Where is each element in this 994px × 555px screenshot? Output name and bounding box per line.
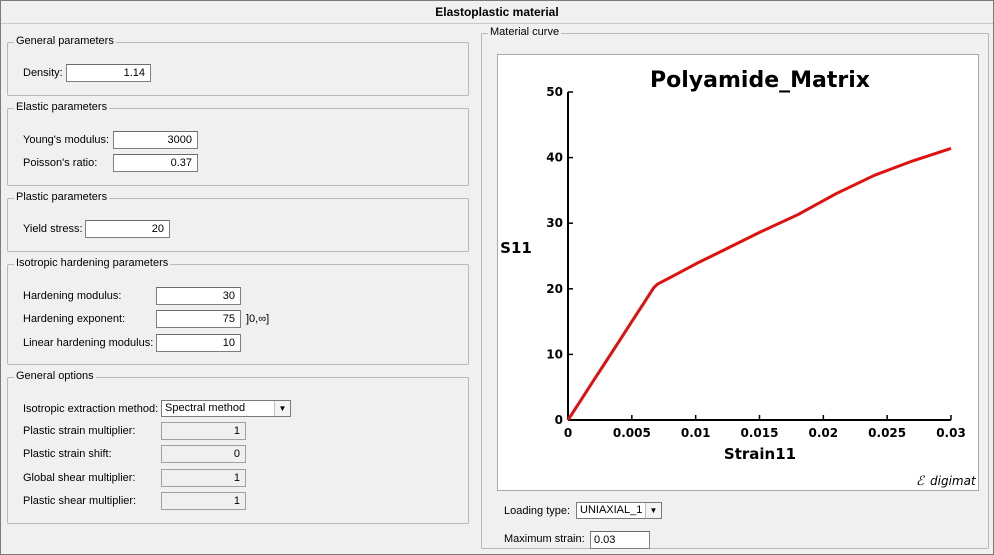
window-title: Elastoplastic material	[435, 5, 559, 19]
maximum-strain-field[interactable]: 0.03	[590, 531, 650, 549]
loading-type-dropdown[interactable]: UNIAXIAL_1 ▼	[576, 502, 662, 519]
axes: 0 0.005 0.01 0.015 0.02 0.025 0.03 0 10 20 30 40 50	[546, 85, 966, 440]
y-axis-label: S11	[500, 239, 532, 257]
y-tick-label: 10	[546, 347, 563, 361]
general-parameters-group: General parameters Density: 1.14	[7, 35, 469, 96]
plastic-parameters-group: Plastic parameters Yield stress: 20	[7, 191, 469, 252]
elastic-parameters-group: Elastic parameters Young's modulus: 3000…	[7, 101, 469, 186]
plastic-strain-multiplier-field[interactable]: 1	[161, 422, 246, 440]
chevron-down-icon[interactable]: ▼	[645, 503, 661, 518]
stress-strain-curve	[566, 146, 952, 421]
extraction-method-dropdown[interactable]: Spectral method ▼	[161, 400, 291, 417]
title-separator	[1, 23, 993, 24]
global-shear-multiplier-label: Global shear multiplier:	[23, 472, 136, 484]
x-tick-label: 0.03	[936, 426, 966, 440]
y-tick-label: 40	[546, 151, 563, 165]
linear-hardening-label: Linear hardening modulus:	[23, 337, 154, 349]
x-tick-label: 0.025	[868, 426, 906, 440]
general-parameters-label: General parameters	[14, 35, 116, 47]
density-field[interactable]: 1.14	[66, 64, 151, 82]
poissons-ratio-label: Poisson's ratio:	[23, 157, 98, 169]
hardening-exponent-label: Hardening exponent:	[23, 313, 126, 325]
series-layer	[566, 146, 952, 421]
digimat-logo-mark: ℰ	[916, 474, 925, 489]
x-tick-label: 0.02	[809, 426, 839, 440]
y-tick-label: 50	[546, 85, 563, 99]
y-tick-label: 20	[546, 282, 563, 296]
hardening-exponent-field[interactable]: 75	[156, 310, 241, 328]
extraction-method-value: Spectral method	[165, 402, 246, 414]
y-tick-label: 30	[546, 216, 563, 230]
x-tick-label: 0.01	[681, 426, 711, 440]
chevron-down-icon[interactable]: ▼	[274, 401, 290, 416]
y-tick-label: 0	[555, 413, 563, 427]
x-tick-label: 0.015	[741, 426, 779, 440]
x-axis-label: Strain11	[724, 445, 796, 463]
isotropic-hardening-label: Isotropic hardening parameters	[14, 257, 171, 269]
yield-stress-label: Yield stress:	[23, 223, 83, 235]
youngs-modulus-label: Young's modulus:	[23, 134, 110, 146]
material-curve-label: Material curve	[488, 26, 562, 38]
elastic-parameters-label: Elastic parameters	[14, 101, 110, 113]
chart-title: Polyamide_Matrix	[650, 68, 870, 93]
hardening-modulus-field[interactable]: 30	[156, 287, 241, 305]
density-label: Density:	[23, 67, 63, 79]
plastic-strain-shift-field[interactable]: 0	[161, 445, 246, 463]
plastic-parameters-label: Plastic parameters	[14, 191, 110, 203]
youngs-modulus-field[interactable]: 3000	[113, 131, 198, 149]
general-options-group: General options Isotropic extraction met…	[7, 370, 469, 524]
extraction-method-label: Isotropic extraction method:	[23, 403, 159, 415]
material-curve-plot: Polyamide_Matrix S11 Strain11 0 0.005 0.01…	[497, 54, 979, 491]
digimat-logo: ℰ digimat	[916, 474, 977, 489]
x-tick-label: 0	[564, 426, 572, 440]
hardening-exponent-range: ]0,∞]	[246, 313, 270, 325]
loading-type-label: Loading type:	[504, 505, 571, 517]
x-tick-label: 0.005	[613, 426, 651, 440]
hardening-modulus-label: Hardening modulus:	[23, 290, 122, 302]
isotropic-hardening-group: Isotropic hardening parameters Hardening…	[7, 257, 469, 365]
yield-stress-field[interactable]: 20	[85, 220, 170, 238]
loading-type-value: UNIAXIAL_1	[580, 504, 643, 516]
linear-hardening-field[interactable]: 10	[156, 334, 241, 352]
digimat-logo-text: digimat	[930, 474, 977, 488]
plastic-shear-multiplier-field[interactable]: 1	[161, 492, 246, 510]
poissons-ratio-field[interactable]: 0.37	[113, 154, 198, 172]
plastic-strain-multiplier-label: Plastic strain multiplier:	[23, 425, 136, 437]
global-shear-multiplier-field[interactable]: 1	[161, 469, 246, 487]
stress-strain-chart: Polyamide_Matrix S11 Strain11 0 0.005 0.01…	[500, 68, 977, 489]
plastic-strain-shift-label: Plastic strain shift:	[23, 448, 112, 460]
maximum-strain-label: Maximum strain:	[504, 533, 585, 545]
plastic-shear-multiplier-label: Plastic shear multiplier:	[23, 495, 137, 507]
elastoplastic-material-window: Elastoplastic material General parameter…	[0, 0, 994, 555]
general-options-label: General options	[14, 370, 96, 382]
